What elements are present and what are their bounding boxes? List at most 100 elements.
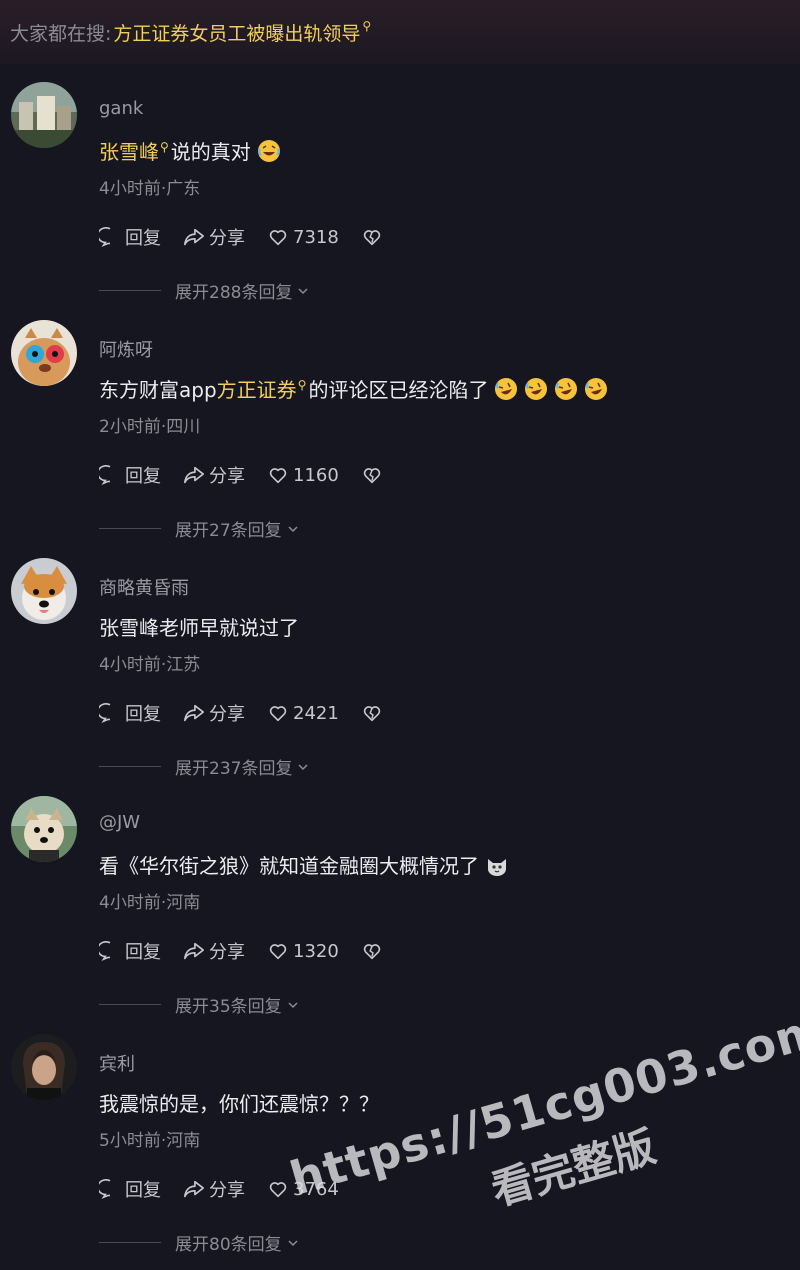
reply-button[interactable]: 回复 [99,700,161,726]
reply-button[interactable]: 回复 [99,224,161,250]
broken-heart-icon [363,468,381,484]
heart-icon [269,944,287,960]
mention-link[interactable]: 方正证券 [217,378,297,402]
heart-icon [269,468,287,484]
broken-heart-icon [363,230,381,246]
comment-actions: 回复 分享 7318 [99,224,409,250]
search-icon: ⚲ [160,140,169,154]
divider [99,1242,161,1243]
username[interactable]: 阿炼呀 [99,336,153,362]
share-button[interactable]: 分享 [183,938,245,964]
reply-button[interactable]: 回复 [99,462,161,488]
comment-meta: 4小时前·河南 [99,893,201,913]
dislike-button[interactable] [361,226,387,248]
reply-bubble-icon [99,465,111,486]
divider [99,1004,161,1005]
avatar[interactable] [11,82,77,148]
mention-link[interactable]: 张雪峰 [99,140,159,164]
reply-label: 回复 [125,466,161,487]
expand-replies-label: 展开35条回复 [175,997,282,1017]
comment-item: @JW 看《华尔街之狼》就知道金融圈大概情况了 4小时前·河南 回复 分享 13… [0,778,800,1017]
trending-search-link[interactable]: 方正证券女员工被曝出轨领导 [113,19,360,46]
comment-meta: 5小时前·河南 [99,1131,201,1151]
laughing-emoji-icon [257,139,281,163]
chevron-down-icon [298,763,308,770]
comment-text-part: 看《华尔街之狼》就知道金融圈大概情况了 [99,854,479,878]
comment-actions: 回复 分享 1160 [99,462,409,488]
comment-actions: 回复 分享 3764 [99,1176,361,1202]
share-button[interactable]: 分享 [183,700,245,726]
reply-button[interactable]: 回复 [99,1176,161,1202]
username[interactable]: @JW [99,812,140,833]
heart-icon [269,1182,287,1198]
like-count: 3764 [293,1178,339,1200]
share-label: 分享 [209,228,245,249]
rolling-laughing-emoji-icon [524,377,548,401]
expand-replies-button[interactable]: 展开80条回复 [99,1230,300,1255]
comment-text: 东方财富app方正证券⚲ 的评论区已经沦陷了 [99,374,608,403]
reply-label: 回复 [125,704,161,725]
expand-replies-label: 展开27条回复 [175,521,282,541]
comment-item: 宾利 我震惊的是，你们还震惊？？？ 5小时前·河南 回复 分享 3764 展开8… [0,1016,800,1255]
username[interactable]: gank [99,98,143,119]
comment-item: 阿炼呀 东方财富app方正证券⚲ 的评论区已经沦陷了 2小时前·四川 回复 分享 … [0,302,800,541]
trending-label: 大家都在搜: [10,22,112,45]
like-count: 7318 [293,226,339,248]
reply-bubble-icon [99,703,111,724]
dislike-button[interactable] [361,702,387,724]
comment-meta: 4小时前·广东 [99,179,201,199]
reply-bubble-icon [99,1179,111,1200]
like-button[interactable]: 1320 [267,940,339,962]
comment-text-part: 的评论区已经沦陷了 [308,378,489,402]
avatar[interactable] [11,796,77,862]
comment-text-part: 东方财富app [99,378,217,402]
share-button[interactable]: 分享 [183,1176,245,1202]
comment-item: 商略黄昏雨 张雪峰老师早就说过了 4小时前·江苏 回复 分享 2421 展开23… [0,540,800,779]
reply-button[interactable]: 回复 [99,938,161,964]
share-arrow-icon [184,228,204,246]
trending-search-bar[interactable]: 大家都在搜: 方正证券女员工被曝出轨领导 ⚲ [0,0,800,64]
expand-replies-button[interactable]: 展开237条回复 [99,754,310,779]
share-button[interactable]: 分享 [183,224,245,250]
comment-text: 我震惊的是，你们还震惊？？？ [99,1092,379,1116]
like-button[interactable]: 1160 [267,464,339,486]
comment-actions: 回复 分享 2421 [99,700,409,726]
chevron-down-icon [288,525,298,532]
like-button[interactable]: 3764 [267,1178,339,1200]
dislike-button[interactable] [361,940,387,962]
like-button[interactable]: 2421 [267,702,339,724]
dislike-button[interactable] [361,464,387,486]
like-button[interactable]: 7318 [267,226,339,248]
divider [99,290,161,291]
reply-label: 回复 [125,228,161,249]
avatar[interactable] [11,558,77,624]
comment-item: gank 张雪峰⚲ 说的真对 4小时前·广东 回复 分享 7318 展开288条… [0,64,800,303]
chevron-down-icon [288,1239,298,1246]
like-count: 1160 [293,464,339,486]
comment-actions: 回复 分享 1320 [99,938,409,964]
reply-bubble-icon [99,227,111,248]
share-arrow-icon [184,1180,204,1198]
expand-replies-button[interactable]: 展开288条回复 [99,278,310,303]
broken-heart-icon [363,944,381,960]
share-arrow-icon [184,466,204,484]
share-label: 分享 [209,466,245,487]
expand-replies-button[interactable]: 展开35条回复 [99,992,300,1017]
username[interactable]: 宾利 [99,1050,135,1076]
like-count: 2421 [293,702,339,724]
username[interactable]: 商略黄昏雨 [99,574,189,600]
share-label: 分享 [209,704,245,725]
rolling-laughing-emoji-icon [494,377,518,401]
share-button[interactable]: 分享 [183,462,245,488]
share-label: 分享 [209,942,245,963]
expand-replies-label: 展开288条回复 [175,283,293,303]
comment-meta: 4小时前·江苏 [99,655,201,675]
broken-heart-icon [363,706,381,722]
avatar[interactable] [11,320,77,386]
comment-page: 大家都在搜: 方正证券女员工被曝出轨领导 ⚲ gank 张雪峰⚲ 说的真对 4小时… [0,0,800,1270]
search-icon: ⚲ [362,19,372,33]
expand-replies-label: 展开80条回复 [175,1235,282,1255]
avatar[interactable] [11,1034,77,1100]
reply-label: 回复 [125,942,161,963]
expand-replies-button[interactable]: 展开27条回复 [99,516,300,541]
